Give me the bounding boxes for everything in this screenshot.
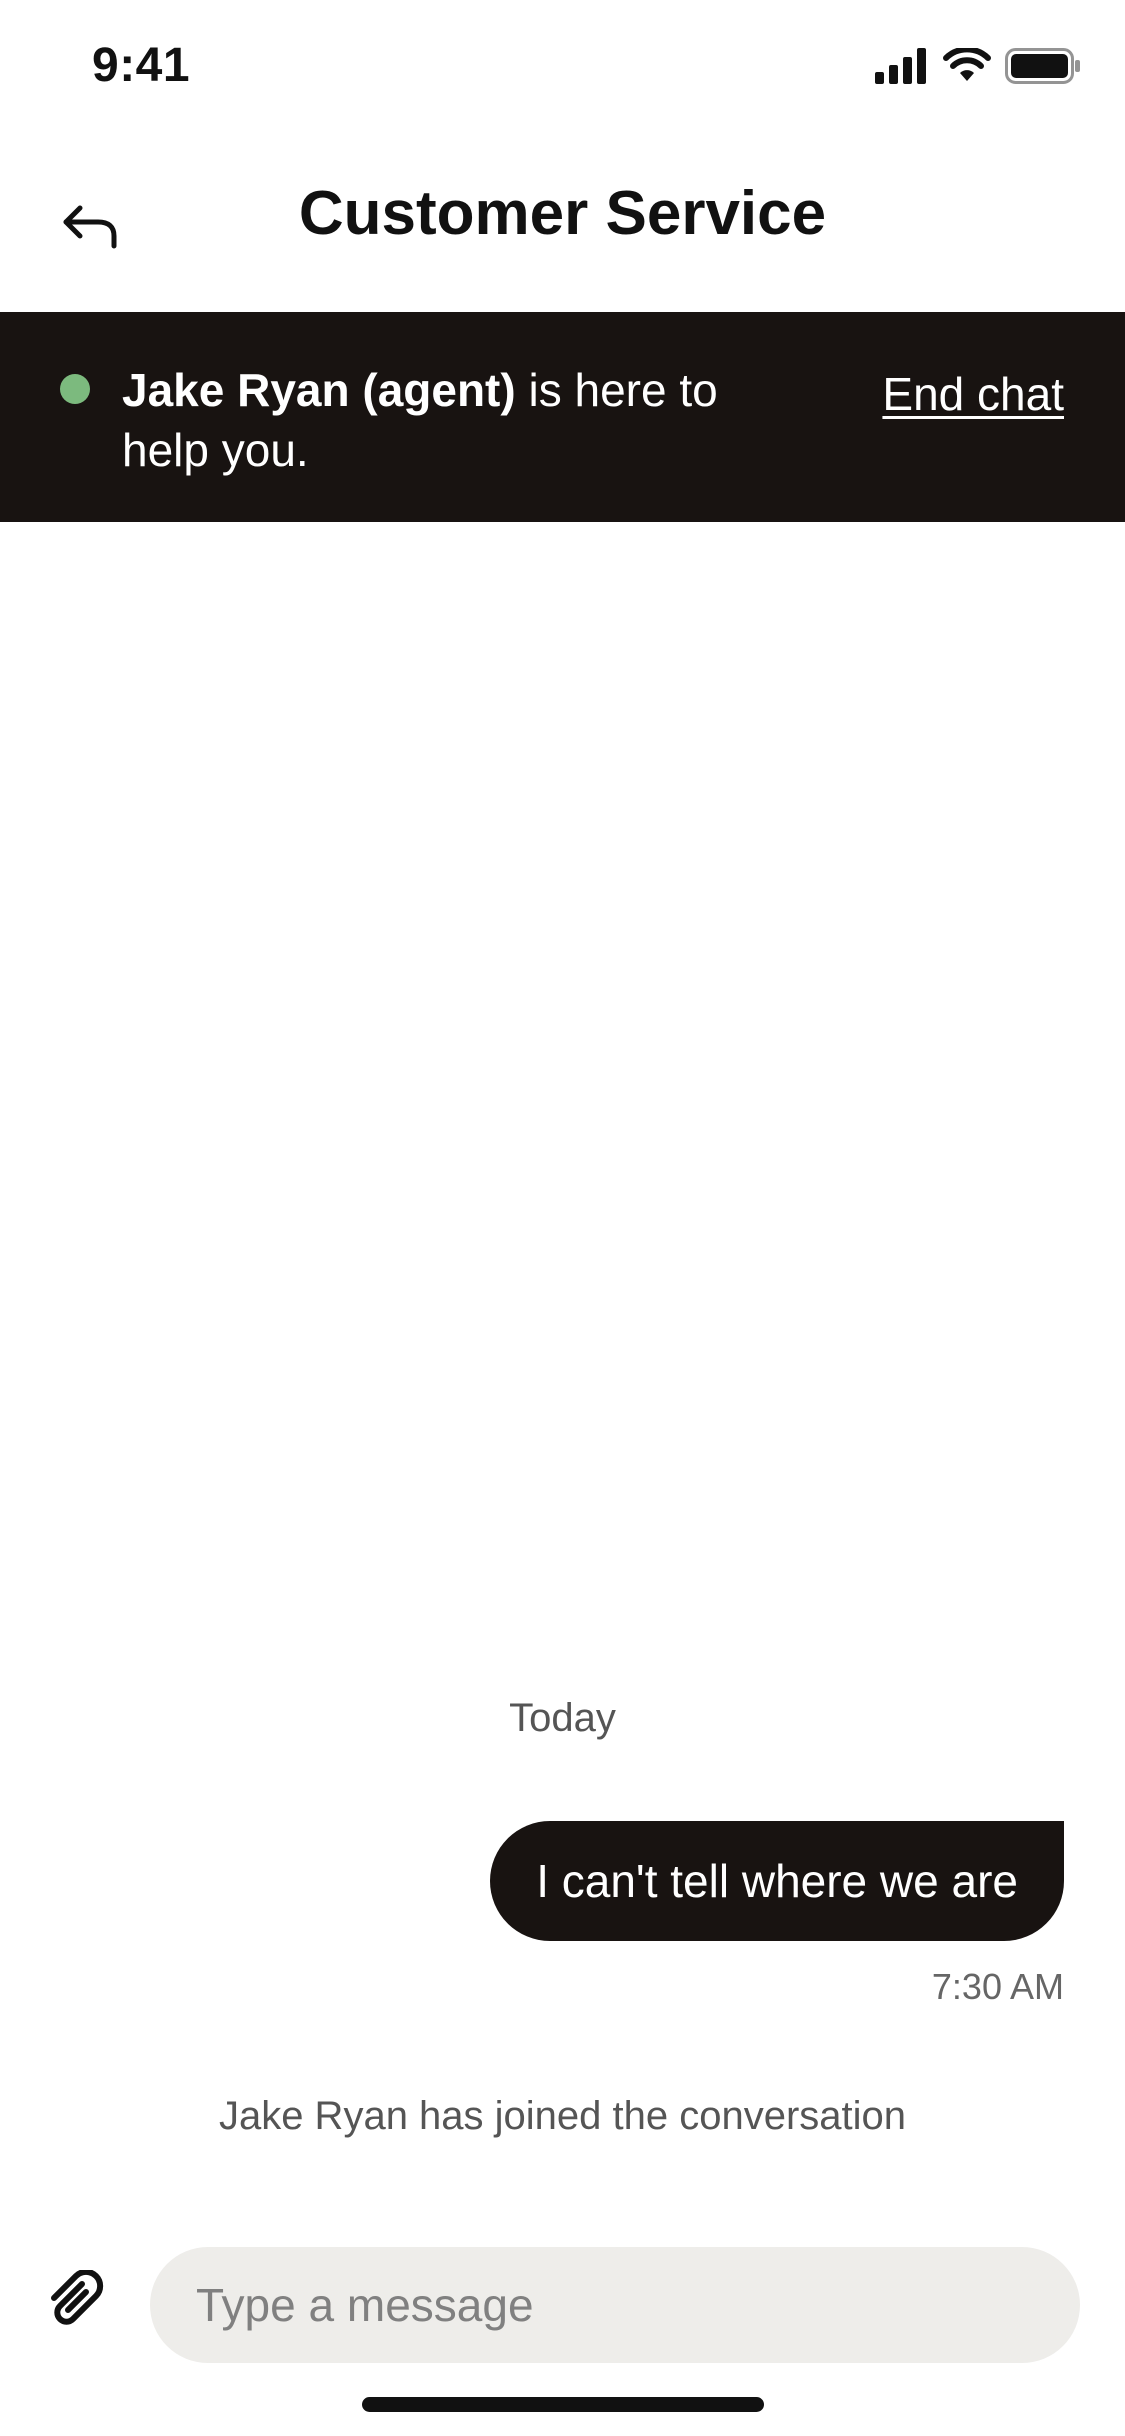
home-indicator [362,2397,764,2412]
chat-screen: 9:41 Customer Service Jake Ryan (agent) … [0,0,1125,2436]
nav-bar: Customer Service [0,132,1125,312]
message-timestamp: 7:30 AM [931,1966,1064,2007]
status-time: 9:41 [92,39,191,92]
end-chat-link[interactable]: End chat [882,364,1064,424]
agent-banner: Jake Ryan (agent) is here to help you. E… [0,312,1125,522]
paperclip-icon [51,2270,104,2325]
signal-icon [875,48,926,84]
system-message: Jake Ryan has joined the conversation [218,2094,907,2138]
agent-online-indicator [60,374,90,404]
agent-name: Jake Ryan (agent) [122,364,516,416]
attach-button[interactable] [40,2266,112,2338]
message-input[interactable] [150,2247,1080,2363]
status-bar: 9:41 [0,0,1125,132]
page-title: Customer Service [298,179,827,248]
date-separator: Today [509,1696,616,1740]
status-icons [875,48,1081,84]
wifi-icon [943,48,991,81]
user-message-bubble: I can't tell where we are [490,1821,1064,1941]
battery-icon [1005,48,1080,84]
agent-status-text: Jake Ryan (agent) is here to help you. [122,360,762,480]
